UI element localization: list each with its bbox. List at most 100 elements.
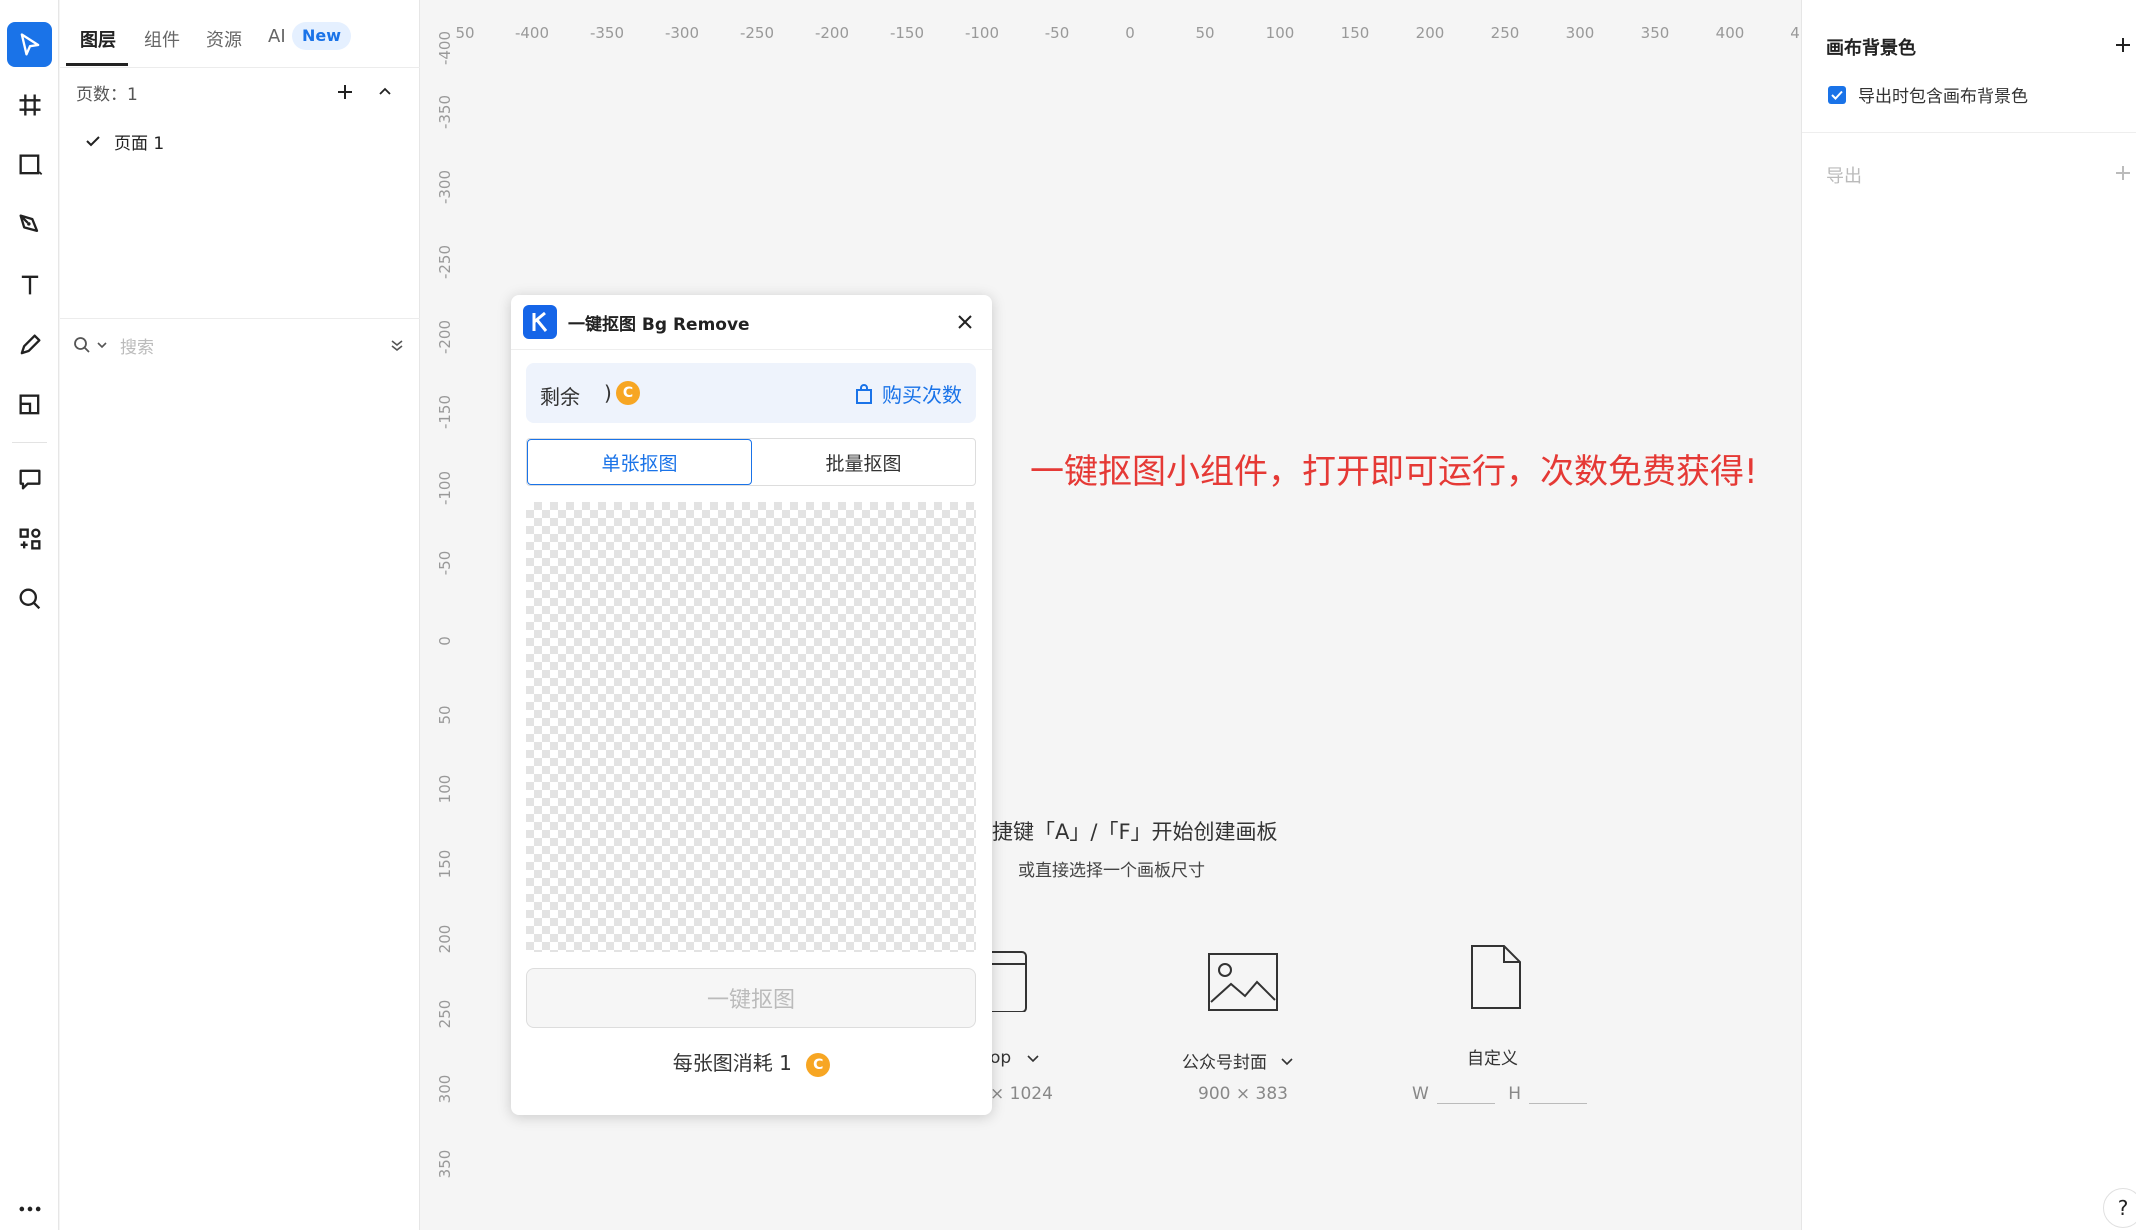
preset-app-label: op (990, 1048, 1012, 1068)
tab-layers[interactable]: 图层 (80, 26, 116, 52)
layers-panel: 图层 组件 资源 AI New 页数：1 页面 1 搜索 (60, 0, 420, 1230)
ruler-tick: -100 (964, 24, 1000, 42)
ruler-tick: 250 (1490, 24, 1520, 42)
ruler-tick: 200 (1415, 24, 1445, 42)
plugins-tool-button[interactable] (7, 516, 52, 561)
ruler-tick: 300 (1565, 24, 1595, 42)
buy-credits-button[interactable]: 购买次数 (854, 379, 962, 408)
ruler-tick: 200 (436, 924, 454, 954)
ruler-tick: -50 (436, 550, 454, 576)
comment-tool-button[interactable] (7, 456, 52, 501)
pen-tool-button[interactable] (7, 202, 52, 247)
custom-width-input[interactable] (1436, 1088, 1495, 1104)
ruler-tick: -200 (814, 24, 850, 42)
layer-search-row[interactable]: 搜索 (72, 330, 412, 360)
ruler-tick: 4 (1790, 24, 1800, 42)
more-tool-button[interactable] (7, 1186, 52, 1230)
preset-custom[interactable] (1470, 944, 1522, 1014)
promo-text: 一键抠图小组件，打开即可运行，次数免费获得! (1030, 452, 1758, 492)
left-toolbar (0, 0, 59, 1230)
app-root: 图层 组件 资源 AI New 页数：1 页面 1 搜索 50 -400 -35… (0, 0, 2136, 1230)
dialog-close-button[interactable] (948, 305, 982, 339)
ruler-tick: 0 (1125, 24, 1135, 42)
move-tool-button[interactable] (7, 22, 52, 67)
slice-tool-button[interactable] (7, 382, 52, 427)
pen-icon (19, 214, 38, 232)
hash-frame-icon (19, 94, 40, 115)
check-icon (1831, 90, 1843, 100)
credits-box: 剩余 ) C 购买次数 (526, 363, 976, 423)
preset-custom-label: 自定义 (1467, 1049, 1518, 1069)
remove-bg-button[interactable]: 一键抠图 (526, 968, 976, 1028)
add-page-button[interactable] (330, 77, 360, 107)
tab-ai[interactable]: AI (268, 26, 286, 47)
toolbar-divider (12, 442, 47, 443)
credits-label: 剩余 (540, 385, 580, 409)
preset-app-icon[interactable] (990, 950, 1030, 1016)
preset-app-size: × 1024 (990, 1084, 1053, 1104)
text-tool-button[interactable] (7, 262, 52, 307)
cost-label: 每张图消耗 1 (672, 1051, 792, 1075)
image-preview-area[interactable] (526, 502, 976, 952)
ruler-tick: 300 (436, 1074, 454, 1104)
preset-wechat-label: 公众号封面 (1182, 1053, 1267, 1073)
chevron-down-icon[interactable] (94, 337, 110, 353)
check-icon (86, 136, 100, 147)
preset-wechat-label-row[interactable]: 公众号封面 (1182, 1048, 1295, 1073)
find-tool-button[interactable] (7, 576, 52, 621)
ruler-tick: -350 (589, 24, 625, 42)
help-button[interactable]: ? (2103, 1188, 2136, 1228)
frame-tool-button[interactable] (7, 82, 52, 127)
page-list-item[interactable]: 页面 1 (84, 124, 164, 158)
add-bg-button[interactable] (2108, 30, 2136, 60)
add-export-button[interactable] (2108, 158, 2136, 188)
dialog-title: 一键抠图 Bg Remove (568, 315, 750, 335)
plus-icon (2116, 166, 2130, 180)
preset-app-label-row[interactable]: op (990, 1048, 1041, 1068)
shopping-bag-icon (856, 383, 872, 404)
ruler-tick: 100 (436, 774, 454, 804)
app-frame-icon (990, 951, 1027, 1013)
rectangle-icon (19, 154, 42, 175)
collapse-pages-button[interactable] (370, 77, 400, 107)
ruler-tick: -150 (436, 394, 454, 430)
ruler-tick: -50 (1044, 24, 1070, 42)
preset-wechat-cover[interactable] (1207, 952, 1279, 1016)
pencil-tool-button[interactable] (7, 322, 52, 367)
plus-icon (2116, 38, 2130, 52)
ruler-tick: 100 (1265, 24, 1295, 42)
tab-components[interactable]: 组件 (144, 26, 180, 52)
ruler-tick: 50 (1195, 24, 1215, 42)
ruler-tick: -400 (514, 24, 550, 42)
right-properties-panel: 画布背景色 导出时包含画布背景色 导出 (1801, 0, 2136, 1230)
canvas-bg-title: 画布背景色 (1826, 38, 1916, 59)
custom-height-input[interactable] (1529, 1088, 1588, 1104)
custom-size-inputs: W H (1412, 1084, 1595, 1104)
ruler-tick: 250 (436, 999, 454, 1029)
ruler-tick: -250 (436, 244, 454, 280)
ruler-tick: -300 (436, 169, 454, 205)
include-bg-checkbox[interactable] (1828, 86, 1846, 104)
tab-batch-remove[interactable]: 批量抠图 (752, 439, 975, 485)
tab-single-remove[interactable]: 单张抠图 (527, 439, 752, 485)
pencil-icon (20, 334, 40, 354)
page-count-label: 页数：1 (76, 85, 138, 105)
tab-assets[interactable]: 资源 (206, 26, 242, 52)
search-icon (74, 337, 90, 353)
ruler-tick: -100 (436, 470, 454, 506)
cost-note: 每张图消耗 1 C (511, 1047, 992, 1077)
blank-file-icon (1471, 945, 1521, 1009)
ruler-tick: 350 (1640, 24, 1670, 42)
export-title: 导出 (1826, 166, 1862, 187)
chevron-down-icon (1027, 1055, 1039, 1063)
image-icon (1208, 953, 1278, 1011)
search-input[interactable]: 搜索 (120, 333, 154, 358)
ruler-tick: -350 (436, 94, 454, 130)
rectangle-tool-button[interactable] (7, 142, 52, 187)
left-ruler: -400 -350 -300 -250 -200 -150 -100 -50 0… (421, 0, 469, 1230)
ruler-tick: 0 (436, 636, 454, 646)
ruler-tick: -250 (739, 24, 775, 42)
plus-icon (338, 85, 352, 99)
expand-all-icon[interactable] (388, 336, 406, 354)
chevron-down-icon (1281, 1057, 1293, 1065)
